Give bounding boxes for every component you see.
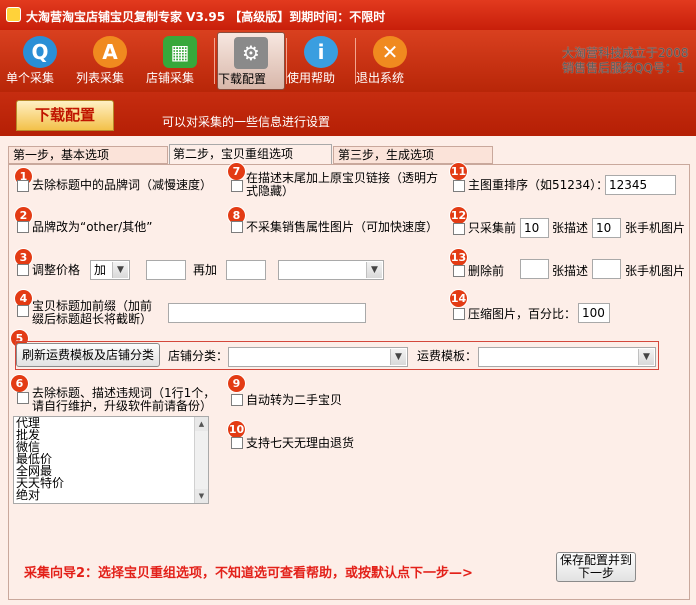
delete-first-label: 删除前 [468, 264, 505, 278]
remove-brand-checkbox[interactable] [17, 180, 29, 192]
collect-first-mobile-input[interactable]: 10 [592, 218, 621, 238]
window-title: 大淘营淘宝店铺宝贝复制专家 V3.95 【高级版】到期时间：不限时 [26, 10, 386, 24]
collection-guide-text: 采集向导2：选择宝贝重组选项，不知道选可查看帮助，或按默认点下一步—> [24, 566, 473, 581]
refresh-templates-button[interactable]: 刷新运费模板及店铺分类 [16, 343, 160, 367]
toolbar-store-collect-button[interactable]: ▦ 店铺采集 [146, 32, 214, 90]
collect-first-label: 只采集前 [468, 221, 517, 235]
collect-first-desc-input[interactable]: 10 [520, 218, 549, 238]
company-info-line2: 销售售后服务QQ号：1 [562, 61, 685, 75]
chevron-down-icon: ▼ [390, 349, 406, 365]
scroll-down-icon[interactable]: ▼ [195, 489, 208, 503]
compress-percent-input[interactable]: 100 [578, 303, 610, 323]
remove-forbidden-checkbox[interactable] [17, 392, 29, 404]
section-header: 下载配置 可以对采集的一些信息进行设置 [0, 92, 696, 136]
toolbar-help-button[interactable]: i 使用帮助 [287, 32, 355, 90]
title-prefix-label-line2: 缀后标题超长将截断） [32, 312, 153, 326]
step-badge: 11 [450, 163, 467, 180]
tab-step2-regroup[interactable]: 第二步，宝贝重组选项 [169, 144, 332, 164]
seven-day-return-label: 支持七天无理由退货 [246, 436, 355, 450]
step-badge: 13 [450, 249, 467, 266]
store-icon: ▦ [163, 36, 197, 68]
step-badge: 10 [228, 421, 245, 438]
price-op-value: 加 [94, 263, 107, 277]
shop-category-select[interactable]: ▼ [228, 347, 408, 367]
forbidden-words-list[interactable]: 代理 批发 微信 最低价 全网最 天天特价 绝对 ▲ ▼ [13, 416, 209, 504]
app-logo-icon [6, 7, 21, 22]
title-prefix-input[interactable] [168, 303, 366, 323]
step-badge: 14 [450, 290, 467, 307]
toolbar-download-config-button[interactable]: ⚙ 下载配置 [217, 32, 285, 90]
list-scrollbar[interactable]: ▲ ▼ [194, 417, 208, 503]
main-image-order-input[interactable]: 12345 [605, 175, 676, 195]
compress-images-checkbox[interactable] [453, 308, 465, 320]
delete-mobile-label: 张手机图片 [625, 264, 686, 278]
shop-category-label: 店铺分类： [168, 349, 229, 363]
chevron-down-icon: ▼ [366, 262, 382, 278]
title-prefix-checkbox[interactable] [17, 305, 29, 317]
step-badge: 7 [228, 163, 245, 180]
remove-brand-label: 去除标题中的品牌词（减慢速度） [32, 178, 213, 192]
delete-desc-label: 张描述 [552, 264, 589, 278]
main-image-reorder-checkbox[interactable] [453, 180, 465, 192]
price-again-label: 再加 [193, 263, 218, 277]
step-badge: 9 [228, 375, 245, 392]
delete-first-mobile-input[interactable] [592, 259, 621, 279]
shipping-template-select[interactable]: ▼ [478, 347, 656, 367]
toolbar-list-collect-button[interactable]: A 列表采集 [76, 32, 144, 90]
skip-sku-images-label: 不采集销售属性图片（可加快速度） [246, 220, 439, 234]
save-next-button[interactable]: 保存配置并到 下一步 [556, 552, 636, 582]
close-icon: ✕ [373, 36, 407, 68]
price-op-select[interactable]: 加 ▼ [90, 260, 130, 280]
main-image-reorder-label: 主图重排序（如51234）： [468, 178, 609, 192]
tab-step3-generate[interactable]: 第三步，生成选项 [333, 146, 493, 164]
company-info: 大淘营科技成立于2008 销售售后服务QQ号：1 [562, 46, 689, 76]
a-triangle-icon: A [93, 36, 127, 68]
shipping-template-label: 运费模板： [417, 349, 478, 363]
list-item: 天天特价 [16, 476, 65, 490]
brand-other-label: 品牌改为“other/其他” [32, 220, 153, 234]
skip-sku-images-checkbox[interactable] [231, 221, 243, 233]
delete-first-checkbox[interactable] [453, 265, 465, 277]
append-link-checkbox[interactable] [231, 180, 243, 192]
save-next-label-line2: 下一步 [577, 566, 614, 580]
adjust-price-label: 调整价格 [32, 263, 81, 277]
toolbar-single-collect-button[interactable]: Q 单个采集 [6, 32, 74, 90]
list-item: 批发 [16, 428, 41, 442]
list-item: 代理 [16, 416, 41, 430]
compress-images-label: 压缩图片，百分比： [468, 307, 577, 321]
append-link-label-line2: 式隐藏） [246, 184, 295, 198]
tab-download-config[interactable]: 下载配置 [16, 100, 114, 131]
chevron-down-icon: ▼ [638, 349, 654, 365]
second-hand-label: 自动转为二手宝贝 [246, 393, 343, 407]
delete-first-desc-input[interactable] [520, 259, 549, 279]
q-magnifier-icon: Q [23, 36, 57, 68]
settings-doc-icon: ⚙ [234, 37, 268, 69]
brand-other-checkbox[interactable] [17, 221, 29, 233]
price-extra-input[interactable] [226, 260, 266, 280]
collect-mobile-label: 张手机图片 [625, 221, 686, 235]
collect-first-checkbox[interactable] [453, 223, 465, 235]
main-toolbar: Q 单个采集 A 列表采集 ▦ 店铺采集 ⚙ 下载配置 i 使用帮助 ✕ 退出系… [0, 30, 696, 92]
toolbar-separator [214, 38, 215, 84]
section-description: 可以对采集的一些信息进行设置 [162, 115, 331, 129]
step-badge: 6 [11, 375, 28, 392]
tab-step1-basic[interactable]: 第一步，基本选项 [8, 146, 168, 164]
second-hand-checkbox[interactable] [231, 394, 243, 406]
list-item: 绝对 [16, 488, 41, 502]
title-bar: 大淘营淘宝店铺宝贝复制专家 V3.95 【高级版】到期时间：不限时 [0, 0, 696, 30]
price-value-input[interactable] [146, 260, 186, 280]
info-icon: i [304, 36, 338, 68]
company-info-line1: 大淘营科技成立于2008 [562, 46, 689, 60]
step-badge: 12 [450, 207, 467, 224]
scroll-up-icon[interactable]: ▲ [195, 417, 208, 431]
chevron-down-icon: ▼ [112, 262, 128, 278]
remove-forbidden-label-line2: 请自行维护，升级软件前请备份） [32, 399, 213, 413]
price-extra-select[interactable]: ▼ [278, 260, 384, 280]
seven-day-return-checkbox[interactable] [231, 437, 243, 449]
collect-desc-label: 张描述 [552, 221, 589, 235]
toolbar-exit-button[interactable]: ✕ 退出系统 [356, 32, 424, 90]
adjust-price-checkbox[interactable] [17, 264, 29, 276]
